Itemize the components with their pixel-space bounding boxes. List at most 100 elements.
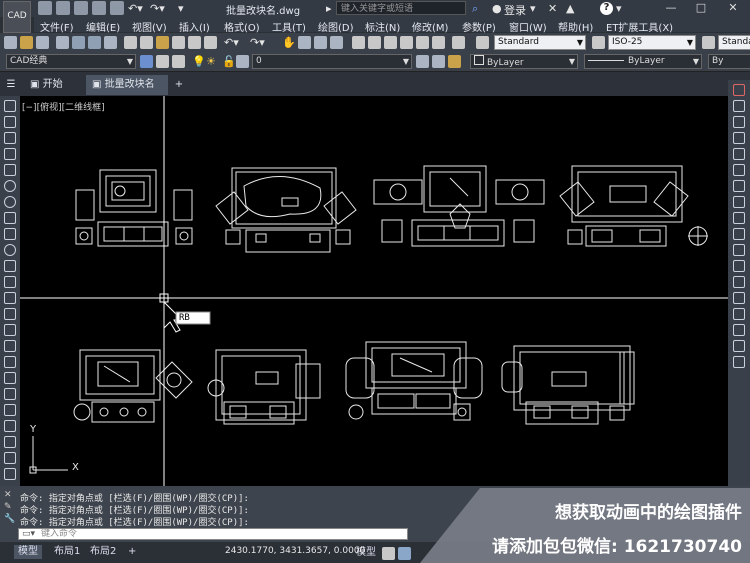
text-style-icon[interactable] — [476, 36, 489, 49]
help-dropdown-icon[interactable]: ▾ — [616, 2, 622, 15]
zoom-window-icon[interactable] — [314, 36, 327, 49]
search-icon[interactable]: ⌕ — [472, 2, 478, 16]
dim-style-icon[interactable] — [592, 36, 605, 49]
sheet-set-icon[interactable] — [400, 36, 413, 49]
new-icon[interactable] — [4, 36, 17, 49]
workspace-select[interactable]: CAD经典 ▼ — [6, 54, 136, 69]
layer-select[interactable]: 0 ▼ — [252, 54, 412, 69]
sofa-set-5[interactable] — [73, 349, 193, 423]
menu-view[interactable]: 视图(V) — [132, 19, 167, 34]
search-input[interactable]: 键入关键字或短语 — [336, 1, 466, 15]
text-style-select[interactable]: Standard ▼ — [494, 35, 586, 50]
redo-tb-icon[interactable]: ↷▾ — [250, 36, 265, 49]
ellipse-tool-icon[interactable] — [4, 244, 16, 256]
minimize-icon[interactable]: — — [660, 0, 682, 16]
menu-draw[interactable]: 绘图(D) — [318, 19, 354, 34]
lineweight-select[interactable]: By — [708, 54, 750, 69]
snap-icon[interactable] — [398, 547, 411, 560]
workspace-settings-icon[interactable] — [140, 55, 153, 68]
sofa-set-3[interactable] — [373, 165, 545, 247]
plot-preview-icon[interactable] — [72, 36, 85, 49]
layer-on-icon[interactable]: 💡 — [192, 55, 206, 68]
sofa-set-4[interactable] — [559, 165, 708, 247]
menu-format[interactable]: 格式(O) — [224, 19, 260, 34]
revcloud-tool-icon[interactable] — [4, 212, 16, 224]
help-tb-icon[interactable] — [452, 36, 465, 49]
quickcalc-icon[interactable] — [432, 36, 445, 49]
circle-tool-icon[interactable] — [4, 196, 16, 208]
boundary-tool-icon[interactable] — [4, 452, 16, 464]
move-tool-icon[interactable] — [733, 164, 745, 176]
layer-lock-icon[interactable]: 🔓 — [222, 55, 236, 68]
trim-tool-icon[interactable] — [733, 228, 745, 240]
menu-insert[interactable]: 插入(I) — [179, 19, 210, 34]
rotate-tool-icon[interactable] — [733, 180, 745, 192]
open-icon[interactable] — [20, 36, 33, 49]
region-tool-icon[interactable] — [4, 356, 16, 368]
a360-icon[interactable]: ▲ — [566, 2, 574, 15]
pan-icon[interactable]: ✋ — [282, 36, 296, 49]
hatch-tool-icon[interactable] — [4, 324, 16, 336]
paste-icon[interactable] — [156, 36, 169, 49]
tab-layout1[interactable]: 布局1 — [50, 545, 84, 559]
polyline-tool-icon[interactable] — [4, 132, 16, 144]
polygon-tool-icon[interactable] — [4, 148, 16, 160]
chamfer-tool-icon[interactable] — [733, 308, 745, 320]
command-input[interactable]: 键入命令 — [18, 528, 408, 540]
help-icon[interactable]: ? — [600, 2, 613, 15]
plot-icon[interactable] — [56, 36, 69, 49]
ellipse-arc-tool-icon[interactable] — [4, 260, 16, 272]
mtext-tool-icon[interactable] — [4, 388, 16, 400]
3d-print-icon[interactable] — [104, 36, 117, 49]
print-icon[interactable] — [110, 1, 124, 15]
mirror-tool-icon[interactable] — [733, 116, 745, 128]
menu-modify[interactable]: 修改(M) — [412, 19, 448, 34]
cmd-close-icon[interactable]: ✕ — [4, 490, 12, 500]
fillet-tool-icon[interactable] — [733, 324, 745, 336]
new-file-icon[interactable] — [38, 1, 52, 15]
match-properties-icon[interactable] — [172, 36, 185, 49]
table-tool-icon[interactable] — [4, 372, 16, 384]
layer-states-icon[interactable] — [172, 55, 185, 68]
login-dropdown-icon[interactable]: ▾ — [530, 2, 536, 15]
line-tool-icon[interactable] — [4, 100, 16, 112]
add-selected-tool-icon[interactable] — [4, 404, 16, 416]
layer-match-icon[interactable] — [448, 55, 461, 68]
grid-icon[interactable] — [382, 547, 395, 560]
offset-tool-icon[interactable] — [733, 132, 745, 144]
rectangle-tool-icon[interactable] — [4, 164, 16, 176]
tool-palettes-icon[interactable] — [384, 36, 397, 49]
undo-icon[interactable]: ↶▾ — [128, 2, 143, 15]
menu-tools[interactable]: 工具(T) — [272, 19, 306, 34]
save-as-icon[interactable] — [92, 1, 106, 15]
sofa-set-2[interactable] — [215, 167, 357, 253]
zoom-previous-icon[interactable] — [330, 36, 343, 49]
exchange-icon[interactable]: ✕ — [548, 2, 557, 15]
layer-previous-icon[interactable] — [432, 55, 445, 68]
maximize-icon[interactable]: □ — [690, 0, 712, 16]
measure-tool-icon[interactable] — [4, 420, 16, 432]
break-point-tool-icon[interactable] — [733, 260, 745, 272]
scale-tool-icon[interactable] — [733, 196, 745, 208]
menu-express-tools[interactable]: ET扩展工具(X) — [606, 19, 673, 34]
dim-style-select[interactable]: ISO-25 ▼ — [608, 35, 696, 50]
join-tool-icon[interactable] — [733, 292, 745, 304]
save-icon[interactable] — [74, 1, 88, 15]
publish-icon[interactable] — [88, 36, 101, 49]
new-tab-button[interactable]: + — [170, 75, 188, 95]
copy-icon[interactable] — [140, 36, 153, 49]
user-icon[interactable]: ● — [492, 2, 502, 15]
save-icon[interactable] — [36, 36, 49, 49]
design-center-icon[interactable] — [368, 36, 381, 49]
menu-parameters[interactable]: 参数(P) — [462, 19, 496, 34]
table-style-select[interactable]: Standa — [718, 35, 750, 50]
erase-tool-icon[interactable] — [733, 84, 745, 96]
app-logo[interactable]: CAD — [3, 1, 31, 33]
command-prompt-icon[interactable]: ▭▾ — [22, 529, 35, 539]
copy-tool-icon[interactable] — [733, 100, 745, 112]
tab-layout2[interactable]: 布局2 — [86, 545, 120, 559]
menu-edit[interactable]: 编辑(E) — [86, 19, 120, 34]
insert-block-tool-icon[interactable] — [4, 276, 16, 288]
search-expand-icon[interactable]: ▸ — [326, 2, 332, 15]
markup-icon[interactable] — [416, 36, 429, 49]
